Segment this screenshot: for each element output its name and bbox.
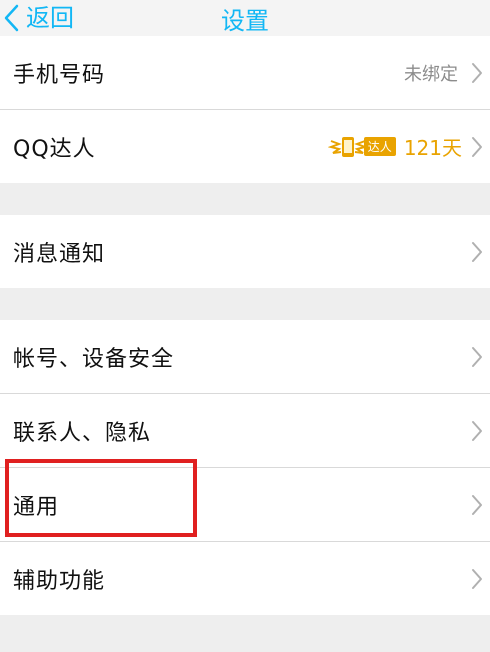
chevron-right-icon bbox=[472, 568, 482, 589]
back-label: 返回 bbox=[26, 4, 74, 32]
vip-badge: 达人 bbox=[327, 132, 396, 162]
back-button[interactable]: 返回 bbox=[0, 0, 74, 36]
chevron-right-icon bbox=[472, 241, 482, 262]
chevron-right-icon bbox=[472, 346, 482, 367]
settings-item-label: 通用 bbox=[13, 494, 60, 520]
chevron-right-icon bbox=[472, 136, 482, 157]
settings-item-contacts-privacy[interactable]: 联系人、隐私 bbox=[0, 394, 490, 468]
settings-group-general: 帐号、设备安全 联系人、隐私 通用 辅助功能 bbox=[0, 320, 490, 615]
settings-item-phone[interactable]: 手机号码 未绑定 bbox=[0, 36, 490, 110]
settings-item-label: 手机号码 bbox=[13, 62, 106, 88]
chevron-right-icon bbox=[472, 420, 482, 441]
vip-days-value: 121天 bbox=[403, 136, 462, 160]
settings-item-label: 辅助功能 bbox=[13, 568, 106, 594]
vip-tag: 达人 bbox=[363, 137, 396, 156]
navigation-bar: 返回 设置 bbox=[0, 0, 490, 36]
chevron-left-icon bbox=[4, 4, 19, 32]
settings-screen: 返回 设置 手机号码 未绑定 QQ达人 达人 121天 消息通知 帐号、设备安全… bbox=[0, 0, 490, 652]
settings-item-account-security[interactable]: 帐号、设备安全 bbox=[0, 320, 490, 394]
phone-status-value: 未绑定 bbox=[404, 63, 458, 85]
phone-wings-icon bbox=[327, 136, 368, 157]
settings-item-label: 消息通知 bbox=[13, 241, 106, 267]
chevron-right-icon bbox=[472, 494, 482, 515]
settings-item-label: 帐号、设备安全 bbox=[13, 346, 175, 372]
settings-group-notifications: 消息通知 bbox=[0, 215, 490, 288]
settings-item-qq-vip[interactable]: QQ达人 达人 121天 bbox=[0, 110, 490, 183]
settings-item-general[interactable]: 通用 bbox=[0, 468, 490, 542]
chevron-right-icon bbox=[472, 62, 482, 83]
settings-item-label: 联系人、隐私 bbox=[13, 420, 152, 446]
settings-group-account: 手机号码 未绑定 QQ达人 达人 121天 bbox=[0, 36, 490, 183]
settings-item-accessibility[interactable]: 辅助功能 bbox=[0, 542, 490, 615]
settings-item-label: QQ达人 bbox=[13, 136, 96, 162]
settings-item-notifications[interactable]: 消息通知 bbox=[0, 215, 490, 288]
